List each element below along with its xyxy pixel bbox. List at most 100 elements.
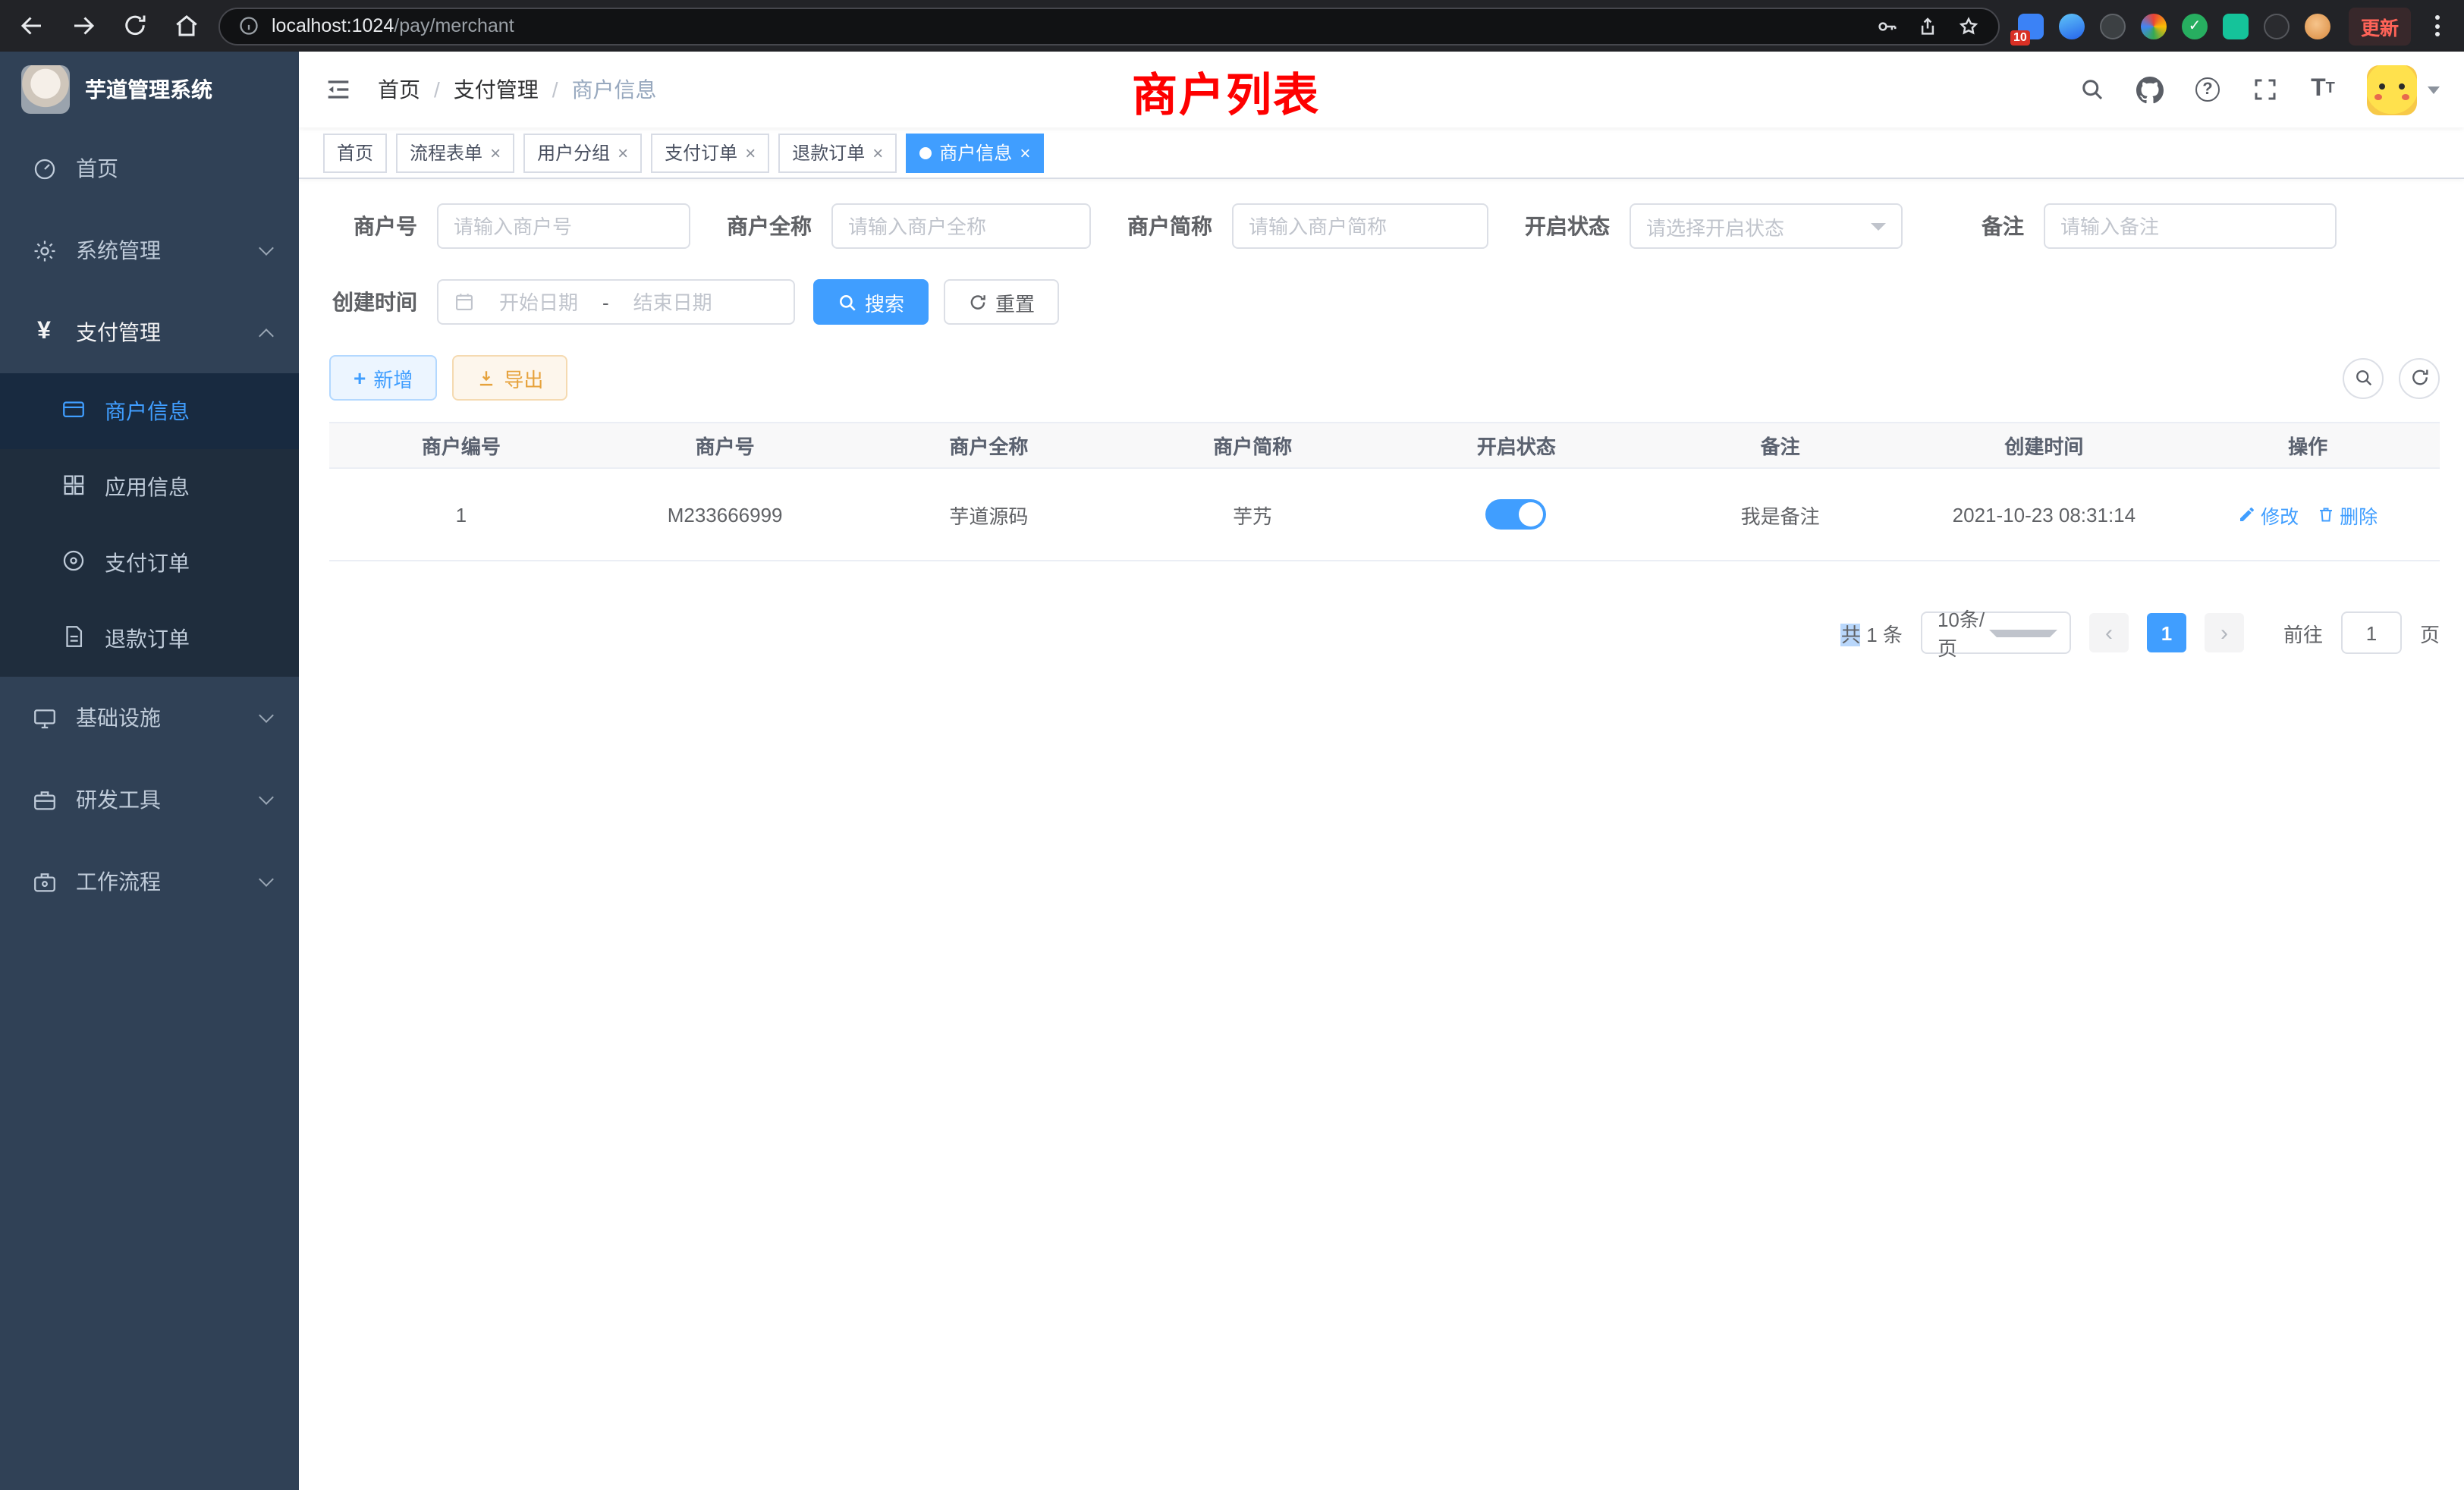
tab-home[interactable]: 首页 — [323, 133, 387, 172]
close-icon[interactable]: × — [872, 143, 883, 162]
edit-label: 修改 — [2261, 500, 2299, 529]
merchant-short-name-input[interactable] — [1232, 203, 1488, 249]
search-button[interactable]: 搜索 — [813, 279, 929, 325]
github-icon[interactable] — [2136, 76, 2164, 103]
search-form-row-1: 商户号 商户全称 商户简称 开启状态 请选择开启状态 — [329, 203, 2440, 249]
sidebar-item-infrastructure[interactable]: 基础设施 — [0, 677, 299, 759]
page-number-1[interactable]: 1 — [2147, 613, 2186, 652]
col-header: 商户全称 — [857, 431, 1121, 460]
back-icon[interactable] — [18, 12, 46, 39]
field-label: 备注 — [1936, 211, 2024, 241]
status-toggle[interactable] — [1486, 499, 1547, 530]
sidebar-item-payment[interactable]: ¥ 支付管理 — [0, 291, 299, 373]
field-label: 商户号 — [329, 211, 417, 241]
sidebar-item-pay-order[interactable]: 支付订单 — [0, 525, 299, 601]
reset-button[interactable]: 重置 — [944, 279, 1059, 325]
browser-menu-icon[interactable] — [2429, 15, 2446, 36]
extension-pinwheel-icon[interactable] — [2264, 13, 2290, 39]
col-header: 商户号 — [593, 431, 857, 460]
extension-drop-icon[interactable] — [2059, 13, 2085, 39]
bookmark-star-icon[interactable] — [1957, 14, 1980, 37]
page-size-select[interactable]: 10条/页 — [1921, 611, 2071, 654]
add-button[interactable]: + 新增 — [329, 355, 437, 401]
password-key-icon[interactable] — [1875, 14, 1898, 37]
toggle-search-icon[interactable] — [2343, 357, 2384, 398]
col-header: 操作 — [2176, 431, 2440, 460]
user-avatar[interactable] — [2367, 64, 2440, 115]
site-info-icon[interactable] — [238, 15, 259, 36]
app-title: 芋道管理系统 — [85, 74, 212, 105]
remark-input[interactable] — [2044, 203, 2337, 249]
sidebar-item-merchant-info[interactable]: 商户信息 — [0, 373, 299, 449]
chevron-down-icon — [1871, 222, 1886, 230]
sidebar-item-refund-order[interactable]: 退款订单 — [0, 601, 299, 677]
field-label: 商户简称 — [1124, 211, 1212, 241]
close-icon[interactable]: × — [618, 143, 628, 162]
url-bar[interactable]: localhost:1024/pay/merchant — [218, 7, 2000, 45]
payment-submenu: 商户信息 应用信息 支付订单 — [0, 373, 299, 677]
tab-process-form[interactable]: 流程表单 × — [396, 133, 514, 172]
cell-short-name: 芋艿 — [1120, 500, 1384, 529]
select-placeholder: 请选择开启状态 — [1646, 212, 1871, 240]
navbar-actions: ? TT — [2079, 64, 2440, 115]
sidebar-item-label: 退款订单 — [105, 624, 190, 654]
sidebar-item-dev-tools[interactable]: 研发工具 — [0, 759, 299, 841]
help-icon[interactable]: ? — [2194, 76, 2221, 103]
export-button[interactable]: 导出 — [452, 355, 567, 401]
next-page-button[interactable]: › — [2205, 613, 2244, 652]
sidebar-item-home[interactable]: 首页 — [0, 127, 299, 209]
field-merchant-no: 商户号 — [329, 203, 690, 249]
close-icon[interactable]: × — [490, 143, 501, 162]
field-status: 开启状态 请选择开启状态 — [1522, 203, 1903, 249]
merchant-no-input[interactable] — [437, 203, 690, 249]
status-select[interactable]: 请选择开启状态 — [1630, 203, 1903, 249]
date-range-picker[interactable]: - — [437, 279, 795, 325]
fullscreen-icon[interactable] — [2252, 76, 2279, 103]
sidebar-item-workflow[interactable]: 工作流程 — [0, 841, 299, 923]
extension-colorful-icon[interactable] — [2141, 13, 2167, 39]
breadcrumb-home[interactable]: 首页 — [378, 74, 420, 105]
sidebar-fold-icon[interactable] — [323, 74, 354, 105]
sidebar-item-label: 商户信息 — [105, 396, 190, 426]
font-size-icon[interactable]: TT — [2309, 76, 2337, 103]
pagination: 共 1 条 10条/页 ‹ 1 › 前往 页 — [329, 611, 2440, 654]
share-icon[interactable] — [1916, 14, 1939, 37]
tab-pay-order[interactable]: 支付订单 × — [651, 133, 769, 172]
search-button-label: 搜索 — [865, 288, 904, 316]
goto-page-input[interactable] — [2341, 611, 2402, 654]
forward-icon[interactable] — [70, 12, 97, 39]
extension-blue-icon[interactable]: 10 — [2018, 13, 2044, 39]
search-icon[interactable] — [2079, 76, 2106, 103]
sidebar-item-app-info[interactable]: 应用信息 — [0, 449, 299, 525]
date-separator: - — [602, 291, 609, 313]
chevron-down-icon — [1990, 629, 2057, 637]
breadcrumb-payment[interactable]: 支付管理 — [454, 74, 539, 105]
date-end-input[interactable] — [618, 289, 728, 315]
extension-toolbar: 10 ✓ — [2018, 13, 2330, 39]
tab-merchant-info[interactable]: 商户信息 × — [906, 133, 1044, 172]
active-dot — [919, 146, 932, 159]
extension-green-square-icon[interactable] — [2223, 13, 2249, 39]
sidebar-item-system[interactable]: 系统管理 — [0, 209, 299, 291]
extension-dark-icon[interactable] — [2100, 13, 2126, 39]
extension-badge: 10 — [2010, 30, 2030, 45]
merchant-full-name-input[interactable] — [831, 203, 1091, 249]
prev-page-button[interactable]: ‹ — [2089, 613, 2129, 652]
close-icon[interactable]: × — [1020, 143, 1030, 162]
delete-label: 删除 — [2340, 500, 2378, 529]
tab-refund-order[interactable]: 退款订单 × — [778, 133, 897, 172]
reload-icon[interactable] — [121, 12, 149, 39]
delete-link[interactable]: 删除 — [2317, 500, 2378, 529]
extension-profile-icon[interactable] — [2305, 13, 2330, 39]
extension-green-check-icon[interactable]: ✓ — [2182, 13, 2208, 39]
edit-link[interactable]: 修改 — [2238, 500, 2299, 529]
refresh-icon[interactable] — [2399, 357, 2440, 398]
app-logo[interactable]: 芋道管理系统 — [0, 52, 299, 127]
cell-id: 1 — [329, 503, 593, 526]
home-icon[interactable] — [173, 12, 200, 39]
browser-update-button[interactable]: 更新 — [2349, 7, 2411, 45]
top-navbar: 首页 / 支付管理 / 商户信息 ? — [299, 52, 2464, 127]
tab-user-group[interactable]: 用户分组 × — [523, 133, 642, 172]
date-start-input[interactable] — [484, 289, 593, 315]
close-icon[interactable]: × — [745, 143, 756, 162]
